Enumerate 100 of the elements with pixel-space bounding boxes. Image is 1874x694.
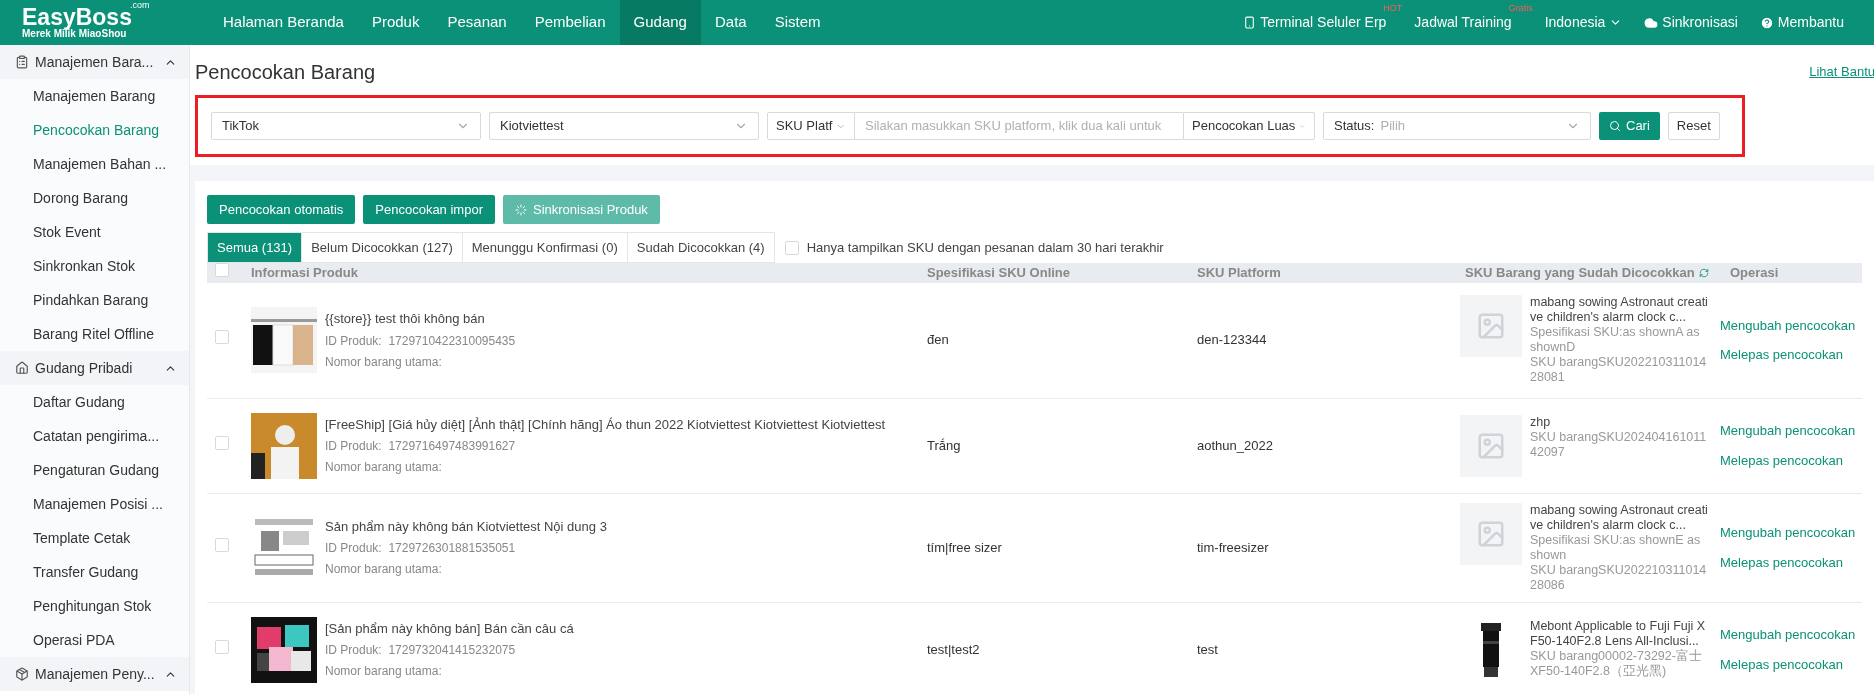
checkbox[interactable] <box>784 240 799 255</box>
header-link[interactable]: Membantu <box>1759 12 1844 33</box>
product-title: Sản phẩm này không bán Kiotviettest Nội dung 3 <box>325 517 607 536</box>
operation-link[interactable]: Mengubah pencocokan <box>1720 625 1862 645</box>
operation-link[interactable]: Melepas pencocokan <box>1720 654 1862 674</box>
home-icon <box>15 361 29 375</box>
page-title: Pencocokan Barang <box>195 60 376 85</box>
search-button[interactable]: Cari <box>1599 112 1660 140</box>
spinner-icon <box>514 203 527 216</box>
sidebar-item[interactable]: Catatan pengirima... <box>0 419 189 453</box>
sidebar-item[interactable]: Barang Ritel Offline <box>0 317 189 351</box>
operation-link[interactable]: Mengubah pencocokan <box>1720 523 1862 543</box>
logo-suffix: .com <box>129 1 150 10</box>
store-select[interactable]: Kiotviettest <box>489 112 759 140</box>
product-id: ID Produk: 1729732041415232075 <box>325 642 517 659</box>
main-item-number: Nomor barang utama: <box>325 561 443 578</box>
header-link[interactable]: Sinkronisasi <box>1644 12 1738 33</box>
row-checkbox[interactable] <box>215 435 229 450</box>
matched-item-name: Mebont Applicable to Fuji Fuji XF50-140F2.8 Lens All-Inclusi... <box>1530 618 1707 649</box>
matched-item-name: zhp <box>1530 414 1552 430</box>
sidebar-item[interactable]: Dorong Barang <box>0 181 189 215</box>
badge-label: Gratis <box>1508 3 1533 13</box>
nav-tab[interactable]: Gudang <box>619 0 701 45</box>
operation-link[interactable]: Mengubah pencocokan <box>1720 315 1862 335</box>
column-header: Informasi Produk <box>250 264 359 282</box>
checkbox-label: Hanya tampilkan SKU dengan pesanan dalam 30 hari terakhir <box>806 238 1164 257</box>
product-id: ID Produk: 1729716497483991627 <box>325 438 517 455</box>
sidebar-item[interactable]: Penghitungan Stok <box>0 589 189 623</box>
image-placeholder-icon <box>1460 502 1522 565</box>
row-checkbox[interactable] <box>215 537 229 552</box>
box-icon <box>15 667 29 681</box>
operation-link[interactable]: Mengubah pencocokan <box>1720 421 1862 441</box>
image-placeholder-icon <box>1460 295 1522 357</box>
product-id: ID Produk: 1729726301881535051 <box>325 540 517 557</box>
nav-tab[interactable]: Pembelian <box>520 0 620 45</box>
refresh-icon <box>1698 267 1709 278</box>
sku-type-select[interactable]: SKU Platf <box>767 112 855 140</box>
cloud-icon <box>1644 15 1659 30</box>
row-checkbox[interactable] <box>215 330 229 345</box>
image-placeholder-icon <box>1460 414 1522 477</box>
sidebar-item[interactable]: Daftar Gudang <box>0 385 189 419</box>
sidebar-item[interactable]: Template Cetak <box>0 521 189 555</box>
sku-input-field[interactable]: Silakan masukkan SKU platform, klik dua kali untuk <box>855 112 1183 140</box>
product-title: [FreeShip] [Giá hủy diệt] [Ảnh thật] [Chính hãng] Áo thun 2022 Kiotviettest Kiotviettest Kiotviettest <box>325 415 886 434</box>
sidebar-item[interactable]: Operasi PDA <box>0 623 189 657</box>
header-link[interactable]: Terminal Seluler Erp <box>1243 12 1387 33</box>
sidebar-item[interactable]: Manajemen Barang <box>0 79 189 113</box>
header-link[interactable]: Jadwal Training <box>1414 12 1512 33</box>
filter-tab[interactable]: Semua (131) <box>207 232 303 263</box>
nav-tab[interactable]: Halaman Beranda <box>209 0 358 45</box>
table-cell-text: tim-freesizer <box>1196 538 1270 557</box>
table-cell-text: test <box>1196 640 1219 659</box>
sidebar-item[interactable]: Pindahkan Barang <box>0 283 189 317</box>
action-button[interactable]: Pencocokan otomatis <box>207 195 356 224</box>
column-header: SKU Barang yang Sudah Dicocokkan <box>1445 263 1710 283</box>
row-checkbox[interactable] <box>215 639 229 654</box>
operation-link[interactable]: Melepas pencocokan <box>1720 552 1862 572</box>
sidebar-item[interactable]: Stok Event <box>0 215 189 249</box>
sidebar-item[interactable]: Sinkronkan Stok <box>0 249 189 283</box>
nav-tab[interactable]: Produk <box>357 0 434 45</box>
table-cell-text: test|test2 <box>926 640 981 659</box>
clipboard-icon <box>15 55 29 69</box>
nav-tab[interactable]: Pesanan <box>433 0 521 45</box>
operation-link[interactable]: Melepas pencocokan <box>1720 345 1862 365</box>
product-title: {{store}} test thôi không bán <box>325 310 486 328</box>
help-icon <box>1759 15 1774 30</box>
phone-icon <box>1243 16 1257 29</box>
match-mode-select[interactable]: Pencocokan Luas <box>1183 112 1315 140</box>
sidebar-item[interactable]: Pencocokan Barang <box>0 113 189 147</box>
operation-link[interactable]: Melepas pencocokan <box>1720 450 1862 470</box>
product-id: ID Produk: 1729710422310095435 <box>325 332 516 350</box>
sidebar-item[interactable]: Transfer Gudang <box>0 555 189 589</box>
action-button[interactable]: Pencocokan impor <box>363 195 495 224</box>
table-cell-text: đen <box>926 331 950 350</box>
table-cell-text: tím|free sizer <box>926 538 1003 557</box>
platform-select[interactable]: TikTok <box>211 112 481 140</box>
product-title: [Sản phẩm này không bán] Bán cần câu cá <box>325 619 574 638</box>
filter-tab[interactable]: Menunggu Konfirmasi (0) <box>461 232 628 263</box>
sidebar-group[interactable]: Manajemen Bara... <box>0 45 189 79</box>
select-all-checkbox[interactable] <box>215 263 229 277</box>
filter-tab[interactable]: Belum Dicocokkan (127) <box>301 232 463 263</box>
filter-tab[interactable]: Sudah Dicocokkan (4) <box>626 232 775 263</box>
sidebar-item[interactable]: Manajemen Bahan ... <box>0 147 189 181</box>
logo-text: EasyBoss <box>22 6 132 28</box>
main-item-number: Nomor barang utama: <box>325 459 443 476</box>
main-item-number: Nomor barang utama: <box>325 353 443 371</box>
sidebar-item[interactable]: Manajemen Posisi ... <box>0 487 189 521</box>
search-icon <box>1609 120 1621 132</box>
nav-tab[interactable]: Data <box>700 0 761 45</box>
sidebar-group[interactable]: Gudang Pribadi <box>0 351 189 385</box>
status-select[interactable]: Status: Pilih <box>1323 112 1591 140</box>
matched-item-spec: Spesifikasi SKU:as shownA as shownD <box>1530 325 1701 355</box>
sidebar-item[interactable]: Pengaturan Gudang <box>0 453 189 487</box>
nav-tab[interactable]: Sistem <box>760 0 835 45</box>
table-cell-text: den-123344 <box>1196 331 1268 350</box>
help-link[interactable]: Lihat Bantu <box>1809 62 1874 82</box>
header-link[interactable]: Indonesia <box>1544 12 1623 33</box>
column-header: SKU Platform <box>1196 264 1282 282</box>
sidebar-group[interactable]: Manajemen Peny... <box>0 657 189 691</box>
reset-button[interactable]: Reset <box>1667 112 1720 140</box>
